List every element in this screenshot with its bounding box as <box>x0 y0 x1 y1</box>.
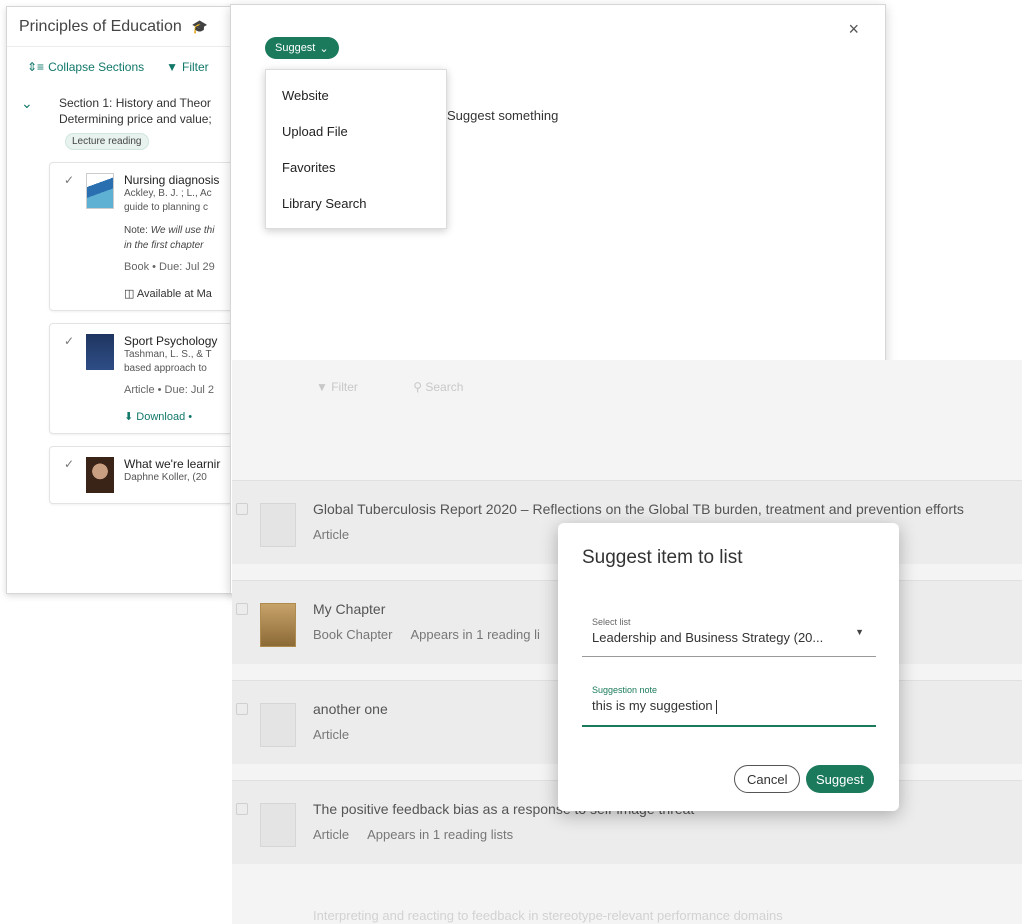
download-link[interactable]: ⬇ Download • <box>124 410 235 423</box>
suggest-dropdown-label: Suggest <box>275 42 316 54</box>
item-description: based approach to <box>124 363 207 374</box>
text-caret <box>715 699 717 714</box>
check-circle-icon[interactable]: ✓ <box>64 173 86 215</box>
menu-item-upload-file[interactable]: Upload File <box>266 114 446 150</box>
menu-item-library-search[interactable]: Library Search <box>266 186 446 222</box>
reading-item-card[interactable]: ✓ What we're learnir Daphne Koller, (20 <box>49 446 235 504</box>
graduation-cap-icon: 🎓 <box>191 18 208 34</box>
filter-icon: ▼ <box>166 60 179 74</box>
book-cover-thumbnail <box>86 173 114 209</box>
select-list-dropdown[interactable]: Select list Leadership and Business Stra… <box>582 617 876 657</box>
section-title: Section 1: History and Theor <box>59 96 211 110</box>
select-list-value: Leadership and Business Strategy (20... <box>592 630 824 645</box>
note-text-line1: We will use thi <box>150 225 215 236</box>
row-appears[interactable]: Appears in 1 reading li <box>411 627 540 642</box>
item-title[interactable]: Sport Psychology <box>124 334 217 348</box>
row-checkbox[interactable] <box>236 503 248 515</box>
check-circle-icon[interactable]: ✓ <box>64 457 86 493</box>
check-circle-icon[interactable]: ✓ <box>64 334 86 376</box>
menu-item-favorites[interactable]: Favorites <box>266 150 446 186</box>
video-thumbnail <box>86 457 114 493</box>
suggest-button[interactable]: Suggest <box>806 765 874 793</box>
book-open-icon: ◫ <box>124 288 135 300</box>
select-list-label: Select list <box>592 617 631 627</box>
suggest-menu: Website Upload File Favorites Library Se… <box>265 69 447 229</box>
item-description: guide to planning c <box>124 202 208 213</box>
filter-label: Filter <box>182 60 209 74</box>
faint-filter-label: Filter <box>331 380 358 394</box>
chevron-down-icon[interactable]: ⌄ <box>21 95 59 127</box>
row-checkbox[interactable] <box>236 703 248 715</box>
row-thumbnail <box>260 803 296 847</box>
filter-button[interactable]: ▼ Filter <box>166 60 209 74</box>
suggest-dropdown-button[interactable]: Suggest ⌄ <box>265 37 339 59</box>
availability-label: Available at Ma <box>136 288 212 300</box>
filter-icon[interactable]: ▼ Filter <box>316 380 384 394</box>
item-authors: Ackley, B. J. ; L., Ac <box>124 188 212 199</box>
row-subtitle: Book Chapter Appears in 1 reading li <box>313 627 540 642</box>
row-type: Book Chapter <box>313 627 393 642</box>
suggest-item-dialog: Suggest item to list Select list Leaders… <box>558 523 899 811</box>
suggestion-note-field[interactable]: Suggestion note this is my suggestion <box>582 685 876 727</box>
item-title[interactable]: Nursing diagnosis <box>124 173 219 187</box>
reading-list-toolbar: ⇕≡ Collapse Sections ▼ Filter <box>7 47 235 87</box>
dialog-title: Suggest item to list <box>582 547 743 568</box>
suggest-something-text: Suggest something <box>447 108 559 123</box>
item-meta: Article • Due: Jul 2 <box>124 384 215 396</box>
dropdown-caret-icon: ▼ <box>855 627 864 637</box>
reading-item-card[interactable]: ✓ Nursing diagnosis Ackley, B. J. ; L., … <box>49 162 235 311</box>
download-label: Download • <box>136 411 193 423</box>
item-title[interactable]: What we're learnir <box>124 457 220 471</box>
row-title[interactable]: Global Tuberculosis Report 2020 – Reflec… <box>313 501 964 517</box>
row-type: Article <box>313 727 350 742</box>
section-header[interactable]: ⌄ Section 1: History and Theor Determini… <box>7 87 235 127</box>
row-appears[interactable]: Appears in 1 reading lists <box>367 827 513 842</box>
row-subtitle: Article <box>313 527 349 542</box>
row-type: Article <box>313 827 350 842</box>
item-meta: Book • Due: Jul 29 <box>124 261 215 273</box>
faded-list-item: Interpreting and reacting to feedback in… <box>313 908 783 923</box>
search-icon[interactable]: ⚲ Search <box>413 380 489 394</box>
row-thumbnail <box>260 603 296 647</box>
chevron-down-icon: ⌄ <box>319 42 329 55</box>
row-title[interactable]: another one <box>313 701 388 717</box>
row-subtitle: Article Appears in 1 reading lists <box>313 827 513 842</box>
download-icon: ⬇ <box>124 411 134 423</box>
cancel-button[interactable]: Cancel <box>734 765 801 793</box>
reading-list-header: Principles of Education 🎓 <box>7 7 235 47</box>
row-thumbnail <box>260 703 296 747</box>
reading-list-panel: Principles of Education 🎓 ⇕≡ Collapse Se… <box>6 6 236 594</box>
row-type: Article <box>313 527 350 542</box>
item-authors: Tashman, L. S., & T <box>124 349 212 360</box>
suggestion-note-input[interactable]: this is my suggestion <box>582 698 876 714</box>
row-checkbox[interactable] <box>236 803 248 815</box>
note-text-line2: in the first chapter <box>124 240 204 251</box>
section-subtitle: Determining price and value; <box>59 112 212 126</box>
collapse-icon: ⇕≡ <box>27 60 45 74</box>
close-icon[interactable]: × <box>848 19 859 40</box>
note-label: Note: <box>124 225 151 236</box>
faint-toolbar: ▼ Filter ⚲ Search <box>316 380 515 394</box>
suggestion-note-label: Suggestion note <box>592 685 658 695</box>
availability-link[interactable]: ◫ Available at Ma <box>124 287 235 300</box>
reading-item-card[interactable]: ✓ Sport Psychology Tashman, L. S., & T b… <box>49 323 235 434</box>
item-authors: Daphne Koller, (20 <box>124 472 207 483</box>
row-checkbox[interactable] <box>236 603 248 615</box>
menu-item-website[interactable]: Website <box>266 78 446 114</box>
collapse-sections-label: Collapse Sections <box>48 60 145 74</box>
lecture-reading-badge: Lecture reading <box>65 133 149 150</box>
row-subtitle: Article <box>313 727 349 742</box>
reading-list-title: Principles of Education <box>19 17 182 35</box>
row-title[interactable]: My Chapter <box>313 601 385 617</box>
item-note: Note: We will use thi in the first chapt… <box>124 223 235 253</box>
collapse-sections-button[interactable]: ⇕≡ Collapse Sections <box>27 60 144 74</box>
suggestion-note-text: this is my suggestion <box>592 698 713 713</box>
row-thumbnail <box>260 503 296 547</box>
article-thumbnail <box>86 334 114 370</box>
faint-search-label: Search <box>425 380 464 394</box>
